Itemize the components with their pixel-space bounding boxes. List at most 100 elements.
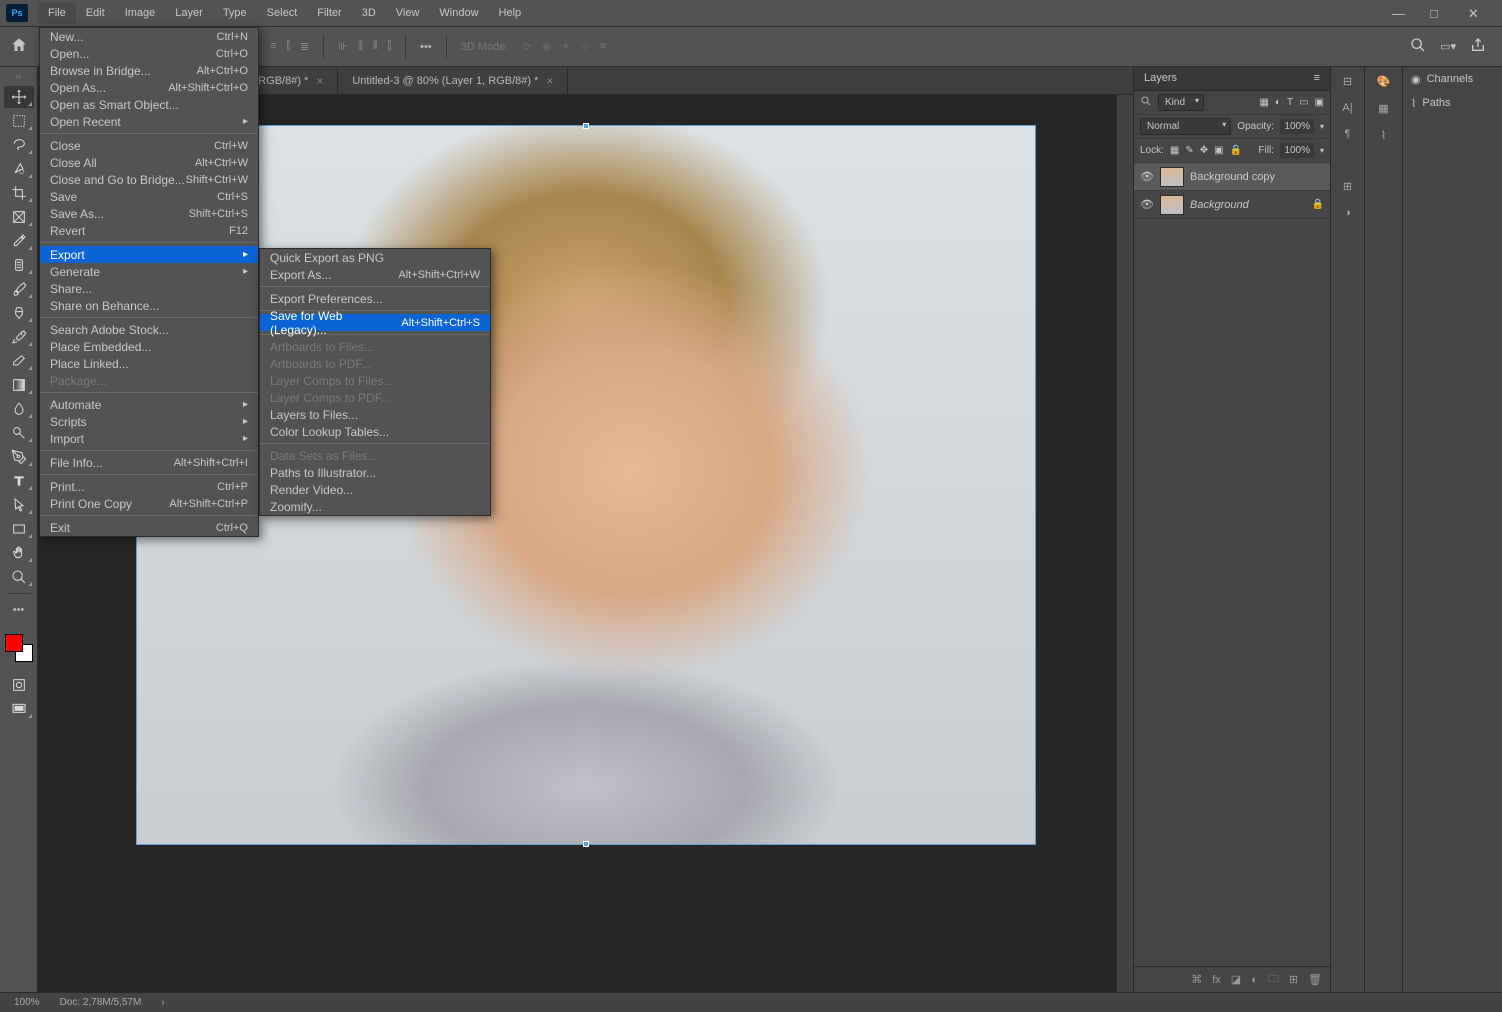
menu-item-quick-export-as-png[interactable]: Quick Export as PNG — [260, 249, 490, 266]
menu-item-render-video[interactable]: Render Video... — [260, 481, 490, 498]
menu-edit[interactable]: Edit — [76, 2, 115, 24]
share-icon[interactable] — [1470, 37, 1486, 56]
panel-menu-icon[interactable]: ≡ — [1314, 72, 1320, 85]
quickmask-tool[interactable] — [4, 674, 34, 696]
menu-item-open-recent[interactable]: Open Recent — [40, 113, 258, 130]
filter-smart-icon[interactable]: ▣ — [1315, 97, 1324, 108]
color-swatches[interactable] — [5, 634, 33, 662]
search-icon[interactable] — [1410, 37, 1426, 56]
menu-item-open-as-smart-object[interactable]: Open as Smart Object... — [40, 96, 258, 113]
group-icon[interactable]: 🗀 — [1268, 970, 1279, 989]
lock-move-icon[interactable]: ✥ — [1200, 145, 1208, 156]
menu-item-layers-to-files[interactable]: Layers to Files... — [260, 406, 490, 423]
transform-handle[interactable] — [583, 123, 589, 129]
menu-item-place-embedded[interactable]: Place Embedded... — [40, 338, 258, 355]
rectangle-tool[interactable] — [4, 518, 34, 540]
history-brush-tool[interactable] — [4, 326, 34, 348]
paths-item[interactable]: ⌇Paths — [1403, 91, 1502, 115]
distribute-icons[interactable]: ⊪⫼⫴⫿ — [338, 40, 391, 53]
menu-item-paths-to-illustrator[interactable]: Paths to Illustrator... — [260, 464, 490, 481]
color-icon[interactable]: 🎨 — [1377, 75, 1391, 88]
layer-row[interactable]: 👁Background copy — [1134, 163, 1330, 191]
lock-trans-icon[interactable]: ▦ — [1170, 145, 1179, 156]
adjustment-icon[interactable]: ◐ — [1251, 974, 1258, 986]
filter-type-icon[interactable]: T — [1287, 97, 1293, 108]
filter-icon[interactable] — [1140, 95, 1152, 110]
menu-item-export[interactable]: Export — [40, 246, 258, 263]
menu-item-save-as[interactable]: Save As...Shift+Ctrl+S — [40, 205, 258, 222]
menu-item-close[interactable]: CloseCtrl+W — [40, 137, 258, 154]
crop-tool[interactable] — [4, 182, 34, 204]
minimize-button[interactable]: — — [1392, 6, 1406, 20]
screenmode-tool[interactable] — [4, 698, 34, 720]
menu-item-browse-in-bridge[interactable]: Browse in Bridge...Alt+Ctrl+O — [40, 62, 258, 79]
menu-item-zoomify[interactable]: Zoomify... — [260, 498, 490, 515]
filter-shape-icon[interactable]: ▭ — [1299, 97, 1308, 108]
hand-tool[interactable] — [4, 542, 34, 564]
menu-window[interactable]: Window — [429, 2, 488, 24]
menu-item-export-preferences[interactable]: Export Preferences... — [260, 290, 490, 307]
menu-item-search-adobe-stock[interactable]: Search Adobe Stock... — [40, 321, 258, 338]
swatches-icon[interactable]: ▦ — [1378, 102, 1388, 115]
menu-filter[interactable]: Filter — [307, 2, 351, 24]
transform-handle[interactable] — [583, 841, 589, 847]
character-icon[interactable]: A| — [1342, 102, 1352, 114]
layers-tab[interactable]: Layers≡ — [1134, 67, 1330, 91]
filter-pixel-icon[interactable]: ▦ — [1259, 97, 1268, 108]
kind-dropdown[interactable]: Kind — [1158, 94, 1204, 111]
layer-thumb[interactable] — [1160, 167, 1184, 187]
visibility-icon[interactable]: 👁 — [1140, 198, 1154, 211]
close-button[interactable]: ✕ — [1468, 6, 1482, 20]
menu-item-generate[interactable]: Generate — [40, 263, 258, 280]
visibility-icon[interactable]: 👁 — [1140, 170, 1154, 183]
menu-item-save[interactable]: SaveCtrl+S — [40, 188, 258, 205]
mask-icon[interactable]: ◪ — [1231, 973, 1241, 986]
blend-dropdown[interactable]: Normal — [1140, 118, 1231, 135]
menu-item-export-as[interactable]: Export As...Alt+Shift+Ctrl+W — [260, 266, 490, 283]
move-tool[interactable] — [4, 86, 34, 108]
trash-icon[interactable]: 🗑 — [1308, 973, 1322, 986]
edit-toolbar[interactable]: ••• — [4, 599, 34, 621]
menu-item-save-for-web-legacy[interactable]: Save for Web (Legacy)...Alt+Shift+Ctrl+S — [260, 314, 490, 331]
menu-item-import[interactable]: Import — [40, 430, 258, 447]
menu-item-share-on-behance[interactable]: Share on Behance... — [40, 297, 258, 314]
menu-item-print[interactable]: Print...Ctrl+P — [40, 478, 258, 495]
zoom-tool[interactable] — [4, 566, 34, 588]
status-arrow-icon[interactable]: › — [161, 997, 164, 1008]
type-tool[interactable] — [4, 470, 34, 492]
fill-value[interactable]: 100% — [1280, 143, 1314, 158]
link-icon[interactable]: ⌘ — [1191, 973, 1202, 986]
new-layer-icon[interactable]: ⊞ — [1289, 973, 1298, 986]
menu-view[interactable]: View — [386, 2, 430, 24]
menu-help[interactable]: Help — [489, 2, 532, 24]
menu-item-color-lookup-tables[interactable]: Color Lookup Tables... — [260, 423, 490, 440]
path-select-tool[interactable] — [4, 494, 34, 516]
fx-icon[interactable]: fx — [1212, 974, 1221, 986]
lasso-tool[interactable] — [4, 134, 34, 156]
properties-icon[interactable]: ⊟ — [1343, 75, 1352, 88]
menu-item-open-as[interactable]: Open As...Alt+Shift+Ctrl+O — [40, 79, 258, 96]
circle-icon[interactable]: ◑ — [1344, 207, 1351, 219]
menu-item-automate[interactable]: Automate — [40, 396, 258, 413]
document-tab[interactable]: Untitled-3 @ 80% (Layer 1, RGB/8#) *× — [338, 67, 568, 94]
menu-file[interactable]: File — [38, 2, 76, 24]
quick-select-tool[interactable] — [4, 158, 34, 180]
pen-tool[interactable] — [4, 446, 34, 468]
eraser-tool[interactable] — [4, 350, 34, 372]
gradient-tool[interactable] — [4, 374, 34, 396]
channels-item[interactable]: ◉Channels — [1403, 67, 1502, 91]
opacity-value[interactable]: 100% — [1280, 119, 1314, 134]
clone-tool[interactable] — [4, 302, 34, 324]
adjustments-icon[interactable]: ⊞ — [1343, 180, 1352, 193]
menu-item-close-and-go-to-bridge[interactable]: Close and Go to Bridge...Shift+Ctrl+W — [40, 171, 258, 188]
lock-artboard-icon[interactable]: ▣ — [1214, 145, 1223, 156]
doc-size[interactable]: Doc: 2,78M/5,57M — [60, 997, 142, 1008]
close-tab-icon[interactable]: × — [546, 74, 553, 88]
workspace-icon[interactable]: ▭▾ — [1440, 40, 1456, 53]
heal-tool[interactable] — [4, 254, 34, 276]
vertical-scrollbar[interactable] — [1117, 95, 1133, 992]
eyedropper-tool[interactable] — [4, 230, 34, 252]
menu-select[interactable]: Select — [257, 2, 308, 24]
menu-item-print-one-copy[interactable]: Print One CopyAlt+Shift+Ctrl+P — [40, 495, 258, 512]
fg-color[interactable] — [5, 634, 23, 652]
